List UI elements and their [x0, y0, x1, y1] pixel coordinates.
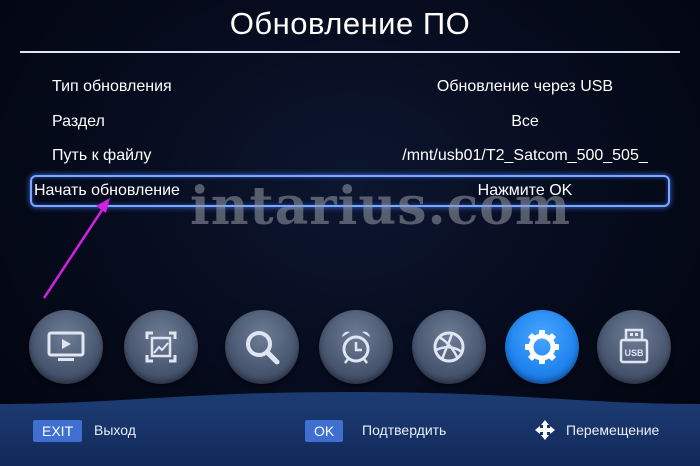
usb-icon: USB	[619, 328, 649, 364]
footer-wave	[0, 392, 700, 410]
menu-media-button[interactable]	[124, 310, 198, 384]
menu-search-button[interactable]	[225, 310, 299, 384]
exit-hint-label: Выход	[94, 422, 136, 438]
exit-key-badge[interactable]: EXIT	[33, 420, 83, 442]
move-arrows-icon	[535, 420, 555, 440]
search-icon	[246, 331, 280, 365]
move-hint-label: Перемещение	[566, 422, 660, 438]
menu-network-button[interactable]	[412, 310, 486, 384]
menu-tv-button[interactable]	[29, 310, 103, 384]
menu-usb-button[interactable]: USB	[597, 310, 671, 384]
main-menu-bar: USB	[0, 310, 700, 390]
gear-icon	[525, 330, 559, 364]
ok-key-badge[interactable]: OK	[305, 420, 344, 442]
svg-text:USB: USB	[624, 348, 644, 358]
menu-settings-button[interactable]	[505, 310, 579, 384]
menu-timer-button[interactable]	[319, 310, 393, 384]
footer-hint-bar: EXIT Выход OK Подтвердить Перемещение	[0, 392, 700, 466]
picture-icon	[145, 331, 177, 363]
ok-hint-label: Подтвердить	[362, 422, 447, 438]
alarm-clock-icon	[342, 331, 370, 364]
tv-icon	[47, 331, 85, 361]
screen: Обновление ПО Тип обновления Обновление …	[0, 0, 700, 466]
globe-icon	[433, 331, 465, 363]
